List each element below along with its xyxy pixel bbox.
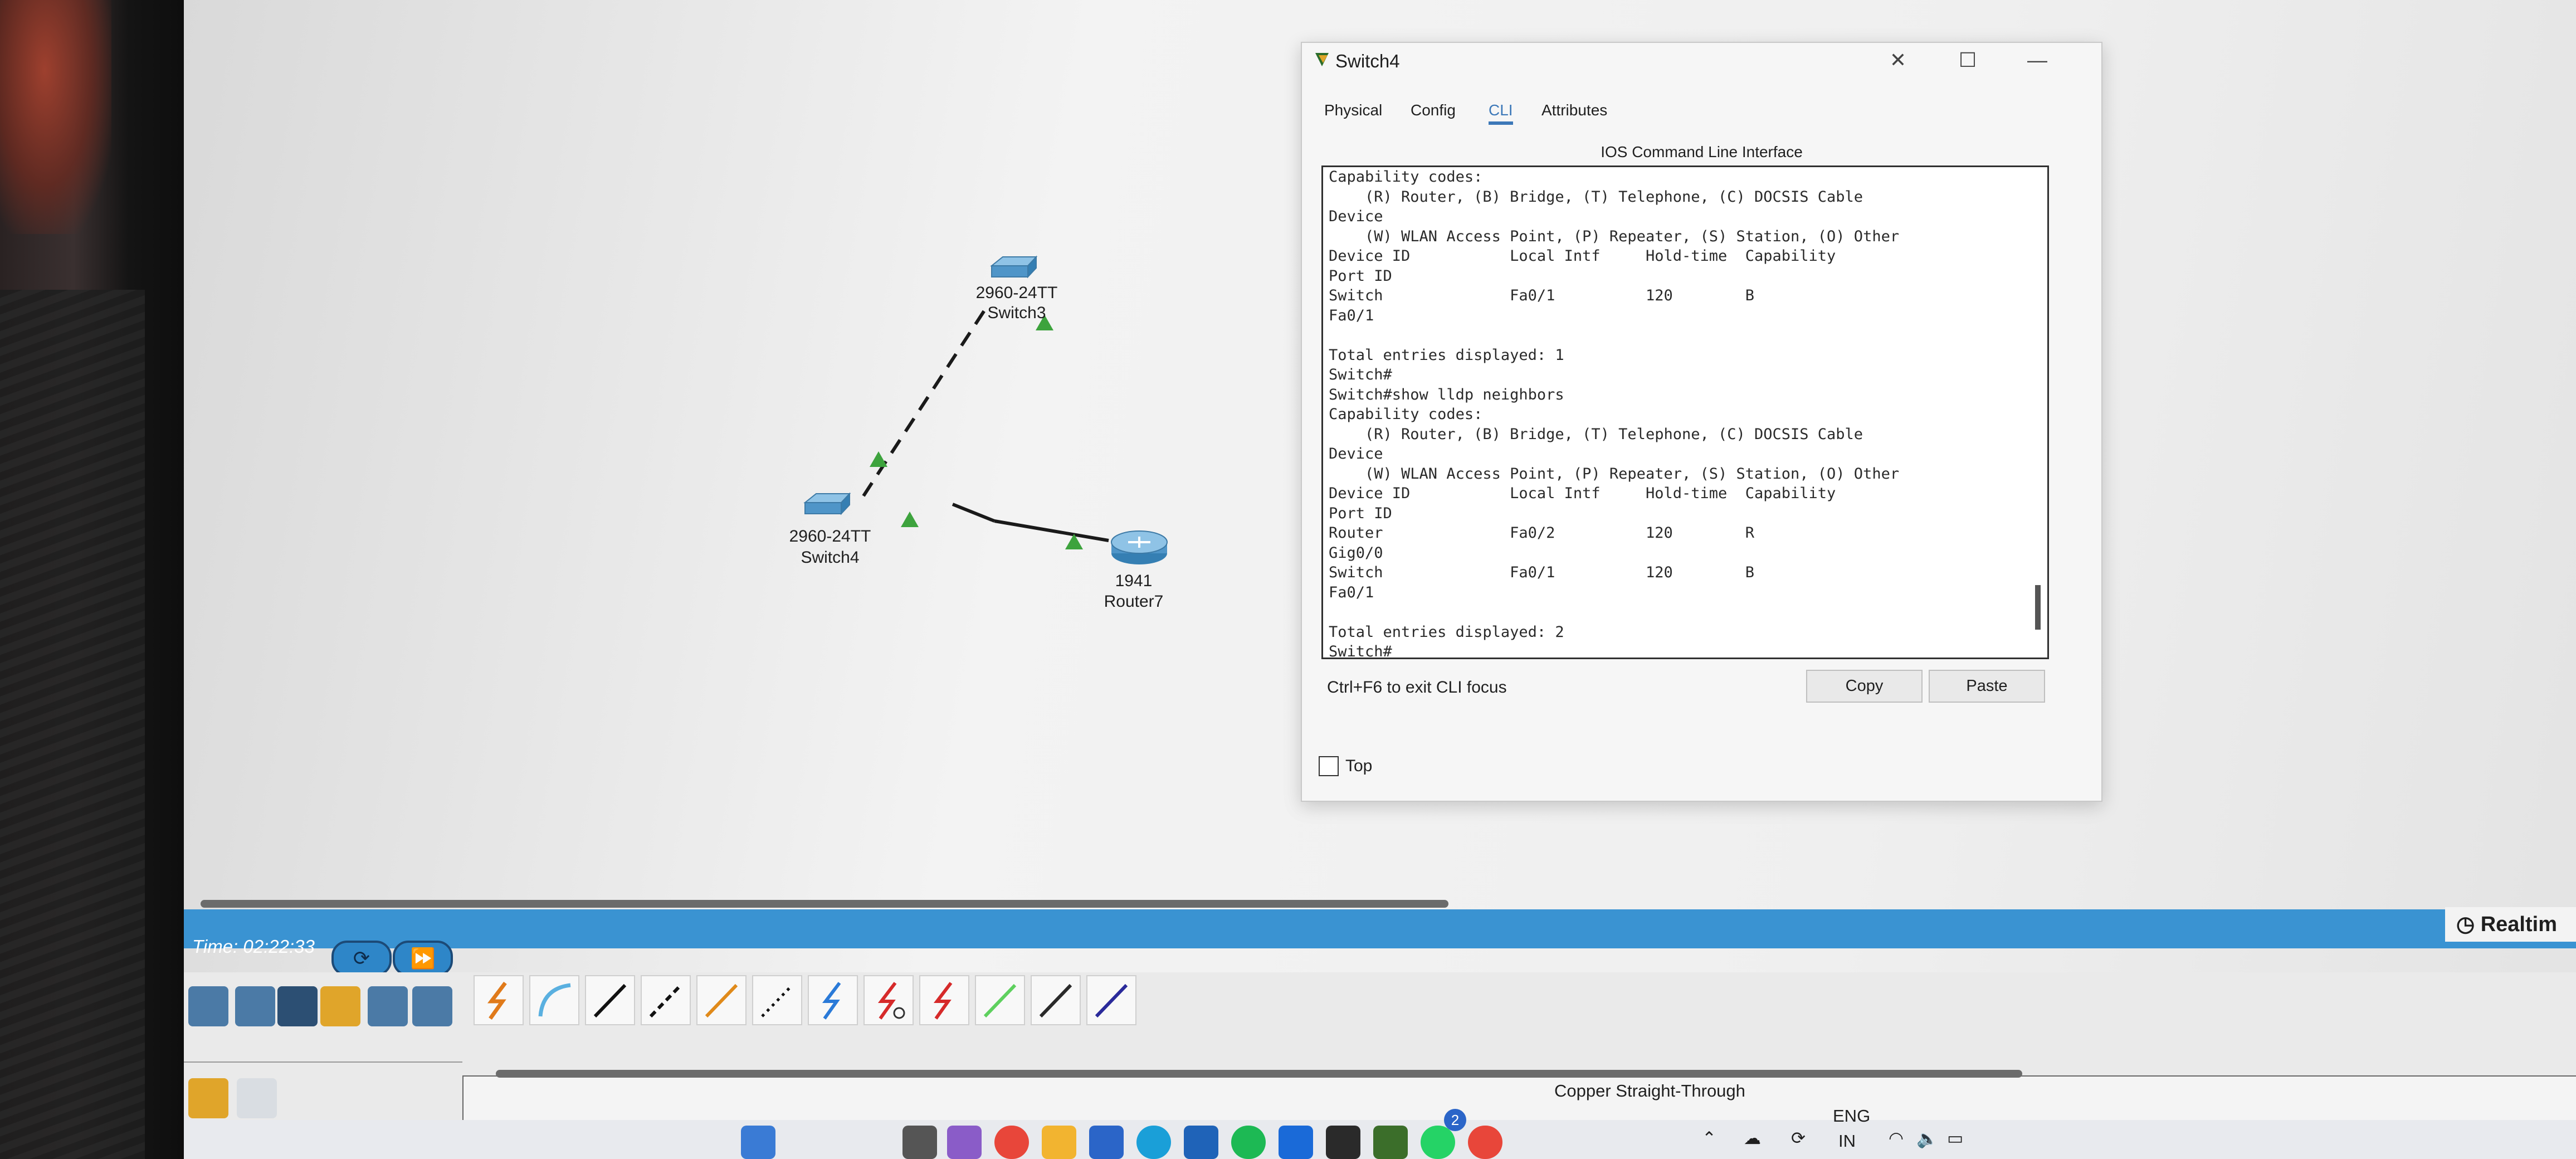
link-up-indicator [870, 451, 887, 467]
cli-scrollbar-thumb[interactable] [2035, 585, 2041, 630]
wifi-icon[interactable]: ◠ [1889, 1128, 1904, 1148]
power-cycle-button[interactable]: ⟳ [331, 941, 392, 976]
terminal-icon[interactable] [1326, 1126, 1360, 1159]
usb-cable-icon[interactable] [1086, 975, 1136, 1025]
link-switch4-router7[interactable] [952, 503, 996, 523]
connections-category-icon[interactable] [188, 1078, 228, 1118]
copy-button[interactable]: Copy [1806, 670, 1923, 703]
phone-cable-icon[interactable] [752, 975, 802, 1025]
sync-icon[interactable]: ⟳ [1791, 1128, 1806, 1148]
switch3-name-label: Switch3 [987, 304, 1046, 322]
minimize-button[interactable]: — [2021, 48, 2054, 72]
tab-physical[interactable]: Physical [1324, 101, 1382, 119]
clock-icon: ◷ [2456, 913, 2481, 936]
selected-cable-label: Copper Straight-Through [1554, 1081, 1745, 1100]
switch4-name-label: Switch4 [801, 548, 860, 567]
network-devices-icon[interactable] [188, 986, 228, 1026]
volume-icon[interactable]: 🔈 [1916, 1128, 1938, 1149]
end-devices-icon[interactable] [235, 986, 275, 1026]
copper-straight-through-icon[interactable] [585, 975, 635, 1025]
language-indicator[interactable]: ENG [1833, 1106, 1870, 1126]
top-checkbox-row[interactable]: Top [1319, 756, 1372, 776]
switch-icon [990, 255, 1038, 279]
background-glow [0, 0, 111, 234]
realtime-label: Realtim [2480, 913, 2557, 936]
app-icon[interactable] [902, 1126, 937, 1159]
chrome-icon[interactable] [994, 1126, 1029, 1159]
octal-cable-icon[interactable] [975, 975, 1025, 1025]
edge-icon[interactable] [1136, 1126, 1171, 1159]
serial-dce-cable-icon[interactable] [863, 975, 914, 1025]
top-checkbox[interactable] [1319, 756, 1339, 776]
tab-config[interactable]: Config [1411, 101, 1456, 119]
cli-console[interactable]: Capability codes: (R) Router, (B) Bridge… [1321, 165, 2049, 659]
cli-heading: IOS Command Line Interface [1601, 143, 1803, 160]
copper-cross-over-icon[interactable] [641, 975, 691, 1025]
multiuser-icon[interactable] [412, 986, 452, 1026]
switch4-device[interactable] [802, 490, 852, 524]
paste-button[interactable]: Paste [1929, 670, 2045, 703]
link-switch4-switch3[interactable] [862, 303, 991, 497]
power-cycle-icon: ⟳ [353, 947, 370, 970]
switch-icon [803, 492, 851, 515]
cli-focus-hint: Ctrl+F6 to exit CLI focus [1327, 678, 1507, 697]
bird-app-icon[interactable] [1279, 1126, 1313, 1159]
chrome-profile-icon[interactable] [1468, 1126, 1502, 1159]
router7-model-label: 1941 [1115, 572, 1153, 590]
packet-tracer-icon [1315, 53, 1329, 66]
console-cable-icon[interactable] [529, 975, 579, 1025]
copilot-icon[interactable] [947, 1126, 982, 1159]
spotify-icon[interactable] [1231, 1126, 1266, 1159]
app-icon-blue[interactable] [1184, 1126, 1218, 1159]
palette-scrollbar[interactable] [496, 1070, 2022, 1078]
fast-forward-button[interactable]: ⏩ [393, 941, 453, 976]
tab-attributes[interactable]: Attributes [1541, 101, 1607, 119]
background-fabric [0, 290, 145, 1159]
simulation-time-bar [184, 909, 2576, 948]
file-explorer-icon[interactable] [1042, 1126, 1076, 1159]
region-indicator: IN [1838, 1131, 1856, 1151]
time-readout: Time: 02:22:33 [192, 936, 315, 957]
switch3-model-label: 2960-24TT [975, 284, 1058, 302]
serial-dte-cable-icon[interactable] [919, 975, 969, 1025]
router-icon [1111, 530, 1168, 564]
iot-custom-cable-icon[interactable] [1031, 975, 1081, 1025]
device-config-window[interactable]: Switch4 — ☐ ✕ Physical Config CLI Attrib… [1301, 42, 2102, 802]
components-icon[interactable] [277, 986, 318, 1026]
store-icon[interactable] [1089, 1126, 1124, 1159]
battery-icon[interactable]: ▭ [1947, 1128, 1963, 1148]
workspace-scrollbar[interactable] [201, 900, 1448, 908]
connections-icon[interactable] [320, 986, 360, 1026]
fiber-cable-icon[interactable] [696, 975, 747, 1025]
miscellaneous-icon[interactable] [368, 986, 408, 1026]
router7-name-label: Router7 [1104, 592, 1164, 611]
auto-cable-icon[interactable] [474, 975, 524, 1025]
window-title: Switch4 [1335, 51, 1400, 71]
top-checkbox-label: Top [1345, 757, 1373, 775]
whatsapp-notification-badge: 2 [1444, 1109, 1466, 1131]
realtime-mode-toggle[interactable]: ◷ Realtim [2445, 907, 2576, 942]
router7-device[interactable] [1109, 527, 1170, 568]
link-up-indicator [901, 512, 919, 527]
cli-output[interactable]: Capability codes: (R) Router, (B) Bridge… [1329, 167, 1899, 658]
tab-cli[interactable]: CLI [1489, 101, 1513, 125]
maximize-button[interactable]: ☐ [1951, 48, 1984, 72]
switch4-model-label: 2960-24TT [789, 527, 871, 546]
start-menu-icon[interactable] [741, 1126, 775, 1159]
palette-divider [184, 1061, 462, 1063]
link-switch4-router7-b [994, 519, 1109, 542]
whatsapp-icon[interactable] [1421, 1126, 1455, 1159]
cloud-icon[interactable]: ☁ [1744, 1128, 1761, 1148]
show-hidden-icons-chevron-icon[interactable]: ⌃ [1702, 1128, 1716, 1148]
screen: 2960-24TT Switch3 2960-24TT Switch4 1941… [184, 0, 2576, 1159]
grid-view-icon[interactable] [237, 1078, 277, 1118]
coaxial-cable-icon[interactable] [808, 975, 858, 1025]
packet-tracer-taskbar-icon[interactable] [1373, 1126, 1408, 1159]
close-button[interactable]: ✕ [1881, 48, 1915, 72]
switch3-device[interactable] [989, 254, 1039, 287]
fast-forward-icon: ⏩ [410, 947, 436, 970]
